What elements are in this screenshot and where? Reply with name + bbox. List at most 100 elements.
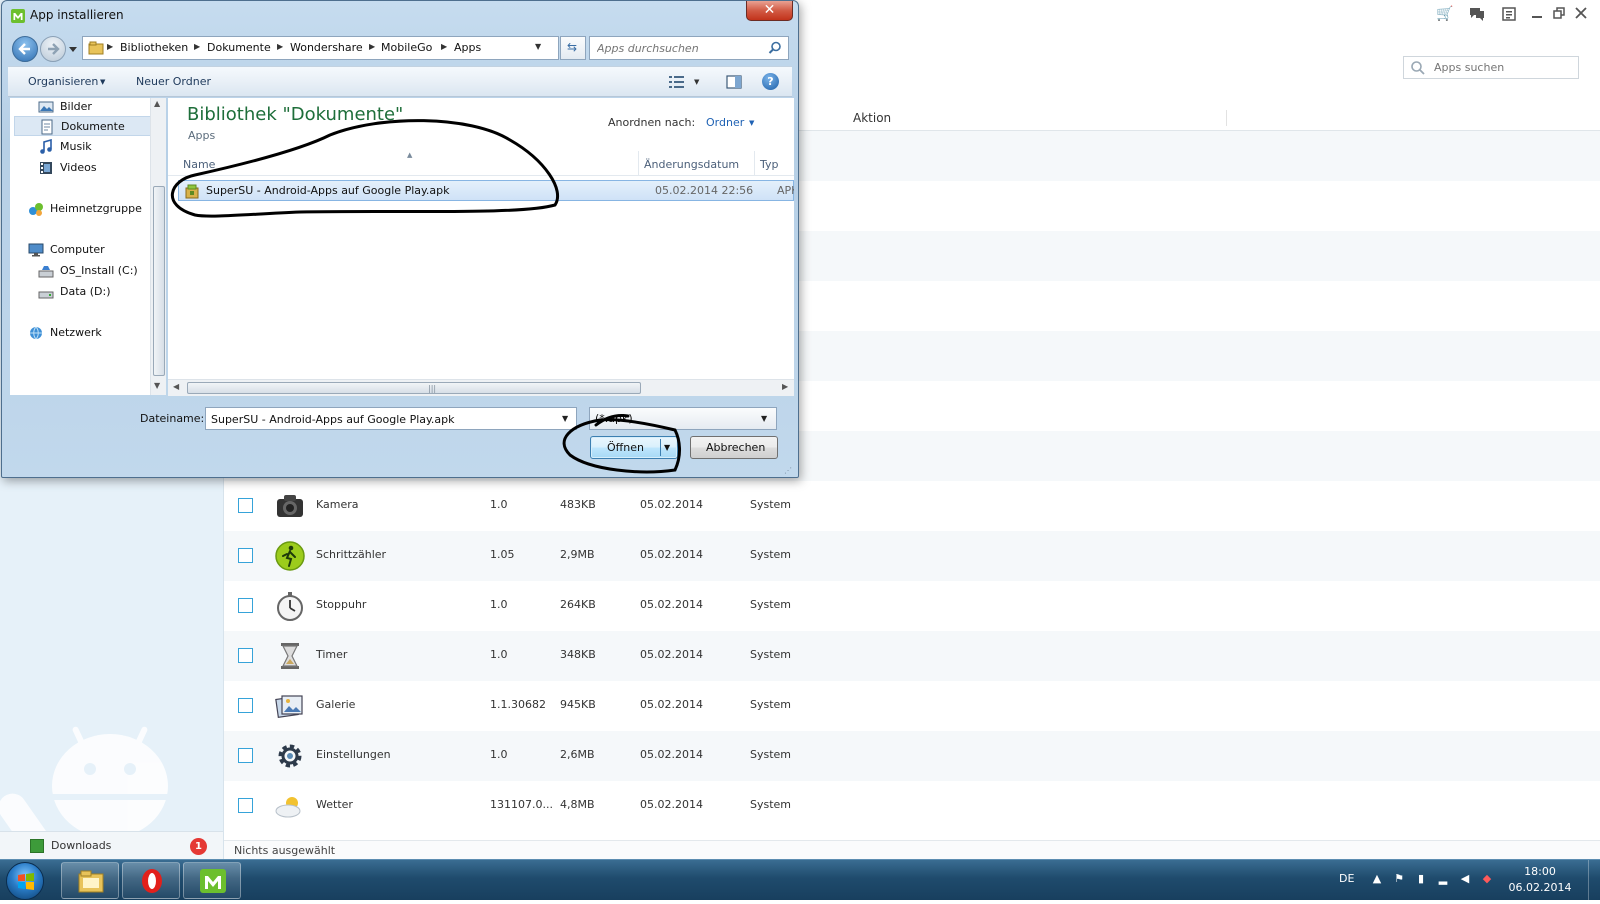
row-checkbox[interactable] bbox=[238, 698, 253, 713]
row-checkbox[interactable] bbox=[238, 648, 253, 663]
breadcrumb-separator[interactable]: ▶ bbox=[369, 42, 375, 51]
language-indicator[interactable]: DE bbox=[1339, 872, 1354, 885]
taskbar-opera-button[interactable] bbox=[122, 862, 180, 899]
file-list-horizontal-scrollbar[interactable]: ◀ ||| ▶ bbox=[168, 379, 794, 396]
column-separator[interactable] bbox=[754, 151, 755, 175]
scroll-left-icon[interactable]: ◀ bbox=[173, 382, 179, 391]
file-row-selected[interactable]: SuperSU - Android-Apps auf Google Play.a… bbox=[178, 180, 794, 201]
app-list-row[interactable]: Timer 1.0 348KB 05.02.2014 System bbox=[224, 631, 1600, 681]
view-options-dropdown-icon[interactable]: ▼ bbox=[694, 78, 699, 86]
scroll-right-icon[interactable]: ▶ bbox=[782, 382, 788, 391]
file-type-filter-dropdown[interactable]: (*.apk) ▼ bbox=[589, 407, 777, 430]
open-button[interactable]: Öffnen ▼ bbox=[590, 436, 678, 459]
action-center-flag-icon[interactable]: ⚑ bbox=[1392, 872, 1406, 886]
address-dropdown-icon[interactable]: ▼ bbox=[535, 42, 541, 51]
organize-menu-button[interactable]: Organisieren bbox=[28, 75, 98, 88]
column-separator[interactable] bbox=[638, 151, 639, 175]
column-header-name[interactable]: Name bbox=[183, 158, 215, 171]
scrollbar-thumb[interactable] bbox=[153, 186, 165, 376]
nav-item-data-drive[interactable]: Data (D:) bbox=[38, 282, 156, 302]
nav-item-bilder[interactable]: Bilder bbox=[38, 98, 156, 117]
breadcrumb-wondershare[interactable]: Wondershare bbox=[290, 41, 363, 54]
breadcrumb-mobilego[interactable]: MobileGo bbox=[381, 41, 432, 54]
nav-item-netzwerk[interactable]: Netzwerk bbox=[28, 323, 156, 343]
column-header-type[interactable]: Typ bbox=[760, 158, 779, 171]
resize-grip-icon[interactable]: ⋰ bbox=[784, 466, 792, 475]
show-desktop-button[interactable] bbox=[1588, 860, 1600, 901]
breadcrumb-separator[interactable]: ▶ bbox=[194, 42, 200, 51]
taskbar-explorer-button[interactable] bbox=[61, 862, 119, 899]
app-list-row[interactable]: Galerie 1.1.30682 945KB 05.02.2014 Syste… bbox=[224, 681, 1600, 731]
nav-item-musik[interactable]: Musik bbox=[38, 137, 156, 157]
nav-item-dokumente[interactable]: Dokumente bbox=[14, 116, 154, 136]
forward-button[interactable] bbox=[40, 36, 66, 62]
preview-pane-icon[interactable] bbox=[726, 74, 742, 90]
dialog-titlebar[interactable]: App installieren ✕ bbox=[2, 1, 798, 31]
taskbar-mobilego-button[interactable] bbox=[183, 862, 241, 899]
row-checkbox[interactable] bbox=[238, 548, 253, 563]
start-button[interactable] bbox=[6, 862, 44, 900]
dialog-search-input[interactable] bbox=[595, 40, 765, 56]
app-search-input[interactable] bbox=[1432, 59, 1572, 76]
downloads-bar[interactable]: Downloads 1 bbox=[0, 831, 223, 859]
search-icon bbox=[768, 41, 781, 54]
app-list-row[interactable]: Wetter 131107.0... 4,8MB 05.02.2014 Syst… bbox=[224, 781, 1600, 831]
breadcrumb-apps[interactable]: Apps bbox=[454, 41, 481, 54]
restore-icon[interactable] bbox=[1550, 6, 1568, 22]
column-header-modified[interactable]: Änderungsdatum bbox=[644, 158, 739, 171]
navigation-pane-scrollbar[interactable]: ▲ ▼ bbox=[150, 98, 166, 395]
cancel-button[interactable]: Abbrechen bbox=[690, 436, 778, 459]
app-search-box[interactable] bbox=[1403, 56, 1579, 79]
cart-icon[interactable]: 🛒 bbox=[1436, 6, 1454, 22]
new-folder-button[interactable]: Neuer Ordner bbox=[136, 75, 211, 88]
clock[interactable]: 18:00 06.02.2014 bbox=[1505, 864, 1575, 896]
nav-item-computer[interactable]: Computer bbox=[28, 240, 156, 260]
breadcrumb-separator[interactable]: ▶ bbox=[107, 42, 113, 51]
breadcrumb-separator[interactable]: ▶ bbox=[441, 42, 447, 51]
windows-taskbar: DE ▲ ⚑ ▮ ▂ ◀ ◆ 18:00 06.02.2014 bbox=[0, 859, 1600, 901]
menu-list-icon[interactable] bbox=[1500, 6, 1518, 22]
network-signal-icon[interactable]: ▂ bbox=[1436, 872, 1450, 886]
breadcrumb-dokumente[interactable]: Dokumente bbox=[207, 41, 271, 54]
close-button[interactable]: ✕ bbox=[746, 1, 793, 21]
address-bar[interactable]: ▶ Bibliotheken ▶ Dokumente ▶ Wondershare… bbox=[82, 36, 559, 60]
app-list-row[interactable]: Kamera 1.0 483KB 05.02.2014 System bbox=[224, 481, 1600, 531]
filename-dropdown-icon[interactable]: ▼ bbox=[562, 414, 568, 423]
app-list-row[interactable]: Stoppuhr 1.0 264KB 05.02.2014 System bbox=[224, 581, 1600, 631]
row-checkbox[interactable] bbox=[238, 598, 253, 613]
tray-expand-icon[interactable]: ▲ bbox=[1370, 872, 1384, 886]
nav-item-videos[interactable]: Videos bbox=[38, 158, 156, 178]
scrollbar-thumb[interactable]: ||| bbox=[187, 382, 641, 394]
scroll-up-icon[interactable]: ▲ bbox=[154, 99, 160, 108]
refresh-button[interactable]: ⇆ bbox=[560, 36, 586, 60]
battery-icon[interactable]: ▮ bbox=[1414, 872, 1428, 886]
app-date: 05.02.2014 bbox=[640, 748, 703, 761]
dialog-search-box[interactable] bbox=[589, 36, 789, 60]
arrange-by-dropdown[interactable]: Ordner bbox=[706, 116, 744, 129]
row-checkbox[interactable] bbox=[238, 798, 253, 813]
file-type-filter-value: (*.apk) bbox=[595, 412, 633, 425]
row-checkbox[interactable] bbox=[238, 498, 253, 513]
column-header-action[interactable]: Aktion bbox=[853, 111, 891, 125]
help-button[interactable]: ? bbox=[762, 73, 779, 90]
volume-icon[interactable]: ◀ bbox=[1458, 872, 1472, 886]
filename-combobox[interactable]: ▼ bbox=[205, 407, 577, 430]
nav-item-heimnetzgruppe[interactable]: Heimnetzgruppe bbox=[28, 199, 156, 219]
app-list-row[interactable]: Einstellungen 1.0 2,6MB 05.02.2014 Syste… bbox=[224, 731, 1600, 781]
breadcrumb-bibliotheken[interactable]: Bibliotheken bbox=[120, 41, 188, 54]
change-view-icon[interactable] bbox=[668, 75, 686, 89]
app-list-row[interactable]: Schrittzähler 1.05 2,9MB 05.02.2014 Syst… bbox=[224, 531, 1600, 581]
recent-locations-dropdown-icon[interactable] bbox=[68, 44, 78, 54]
antivirus-shield-icon[interactable]: ◆ bbox=[1480, 872, 1494, 886]
minimize-icon[interactable] bbox=[1528, 6, 1546, 22]
breadcrumb-separator[interactable]: ▶ bbox=[277, 42, 283, 51]
close-app-icon[interactable] bbox=[1572, 6, 1590, 22]
chat-icon[interactable] bbox=[1468, 6, 1486, 22]
nav-item-os-install[interactable]: OS_Install (C:) bbox=[38, 261, 156, 281]
filename-input[interactable] bbox=[209, 411, 554, 427]
back-button[interactable] bbox=[12, 36, 38, 62]
row-checkbox[interactable] bbox=[238, 748, 253, 763]
downloads-count-badge: 1 bbox=[190, 838, 207, 855]
open-options-dropdown-icon[interactable]: ▼ bbox=[664, 443, 670, 452]
scroll-down-icon[interactable]: ▼ bbox=[154, 381, 160, 390]
